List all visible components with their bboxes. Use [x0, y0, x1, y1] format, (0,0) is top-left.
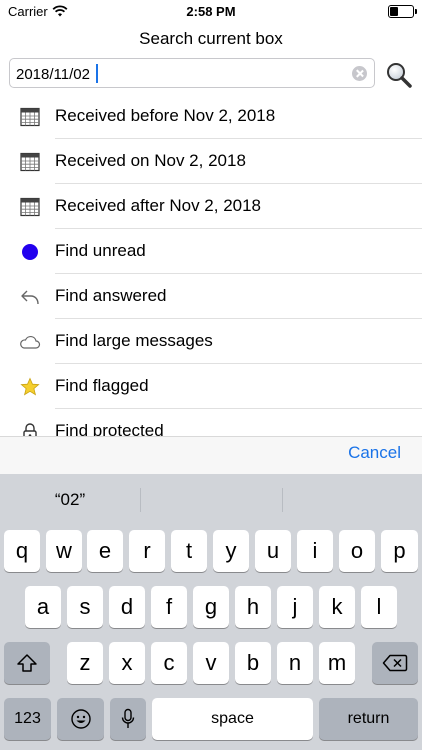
key-z[interactable]: z — [67, 642, 103, 684]
space-key[interactable]: space — [152, 698, 313, 740]
list-item-label: Find answered — [55, 286, 167, 305]
list-item-find-unread[interactable]: Find unread — [0, 229, 422, 274]
calendar-icon — [19, 106, 41, 128]
list-item-find-protected[interactable]: Find protected — [0, 409, 422, 436]
divider — [282, 488, 283, 512]
list-item-label: Received on Nov 2, 2018 — [55, 151, 246, 170]
key-l[interactable]: l — [361, 586, 397, 628]
list-item-label: Find flagged — [55, 376, 149, 395]
key-d[interactable]: d — [109, 586, 145, 628]
list-item-label: Received after Nov 2, 2018 — [55, 196, 262, 215]
key-c[interactable]: c — [151, 642, 187, 684]
status-time: 2:58 PM — [186, 4, 236, 19]
suggestion-item[interactable]: “02” — [0, 490, 140, 510]
text-caret — [96, 64, 98, 83]
delete-key[interactable] — [372, 642, 418, 684]
list-item-find-flagged[interactable]: Find flagged — [0, 364, 422, 409]
return-key[interactable]: return — [319, 698, 418, 740]
cloud-icon — [19, 331, 41, 353]
key-r[interactable]: r — [129, 530, 165, 572]
list-item-received-on[interactable]: Received on Nov 2, 2018 — [0, 139, 422, 184]
microphone-icon — [121, 708, 135, 728]
search-icon[interactable] — [385, 61, 413, 89]
list-item-label: Find unread — [55, 241, 146, 260]
lock-icon — [19, 421, 41, 436]
list-item-label: Find large messages — [55, 331, 213, 350]
page-title: Search current box — [139, 29, 283, 48]
list-item-label: Find protected — [55, 421, 164, 436]
key-b[interactable]: b — [235, 642, 271, 684]
key-a[interactable]: a — [25, 586, 61, 628]
key-h[interactable]: h — [235, 586, 271, 628]
key-w[interactable]: w — [46, 530, 82, 572]
key-x[interactable]: x — [109, 642, 145, 684]
microphone-key[interactable] — [110, 698, 146, 740]
shift-icon — [17, 654, 37, 672]
list-item-received-after[interactable]: Received after Nov 2, 2018 — [0, 184, 422, 229]
key-y[interactable]: y — [213, 530, 249, 572]
key-q[interactable]: q — [4, 530, 40, 572]
status-bar: Carrier 2:58 PM — [0, 0, 422, 22]
reply-arrow-icon — [19, 286, 41, 308]
key-s[interactable]: s — [67, 586, 103, 628]
cancel-button[interactable]: Cancel — [348, 443, 401, 463]
key-n[interactable]: n — [277, 642, 313, 684]
key-u[interactable]: u — [255, 530, 291, 572]
emoji-key[interactable] — [57, 698, 104, 740]
star-icon — [19, 376, 41, 398]
key-p[interactable]: p — [381, 530, 418, 572]
key-k[interactable]: k — [319, 586, 355, 628]
suggestion-bar: “02” — [0, 474, 422, 526]
key-f[interactable]: f — [151, 586, 187, 628]
numbers-key[interactable]: 123 — [4, 698, 51, 740]
search-field[interactable] — [9, 58, 375, 88]
calendar-icon — [19, 196, 41, 218]
list-item-received-before[interactable]: Received before Nov 2, 2018 — [0, 94, 422, 139]
key-i[interactable]: i — [297, 530, 333, 572]
keyboard: “02” q w e r t y u i o p a s d f g h j k… — [0, 474, 422, 750]
list-item-find-answered[interactable]: Find answered — [0, 274, 422, 319]
shift-key[interactable] — [4, 642, 50, 684]
key-v[interactable]: v — [193, 642, 229, 684]
search-options-list: Received before Nov 2, 2018 Received on … — [0, 94, 422, 436]
list-item-label: Received before Nov 2, 2018 — [55, 106, 276, 125]
key-e[interactable]: e — [87, 530, 123, 572]
key-m[interactable]: m — [319, 642, 355, 684]
divider — [140, 488, 141, 512]
search-input[interactable] — [16, 63, 346, 85]
key-j[interactable]: j — [277, 586, 313, 628]
key-o[interactable]: o — [339, 530, 375, 572]
calendar-icon — [19, 151, 41, 173]
emoji-icon — [70, 709, 91, 729]
backspace-icon — [382, 654, 408, 672]
clear-icon[interactable] — [352, 66, 367, 81]
list-item-find-large[interactable]: Find large messages — [0, 319, 422, 364]
blue-dot-icon — [19, 241, 41, 263]
key-g[interactable]: g — [193, 586, 229, 628]
key-t[interactable]: t — [171, 530, 207, 572]
cancel-bar: Cancel — [0, 436, 422, 475]
battery-icon — [388, 5, 417, 18]
